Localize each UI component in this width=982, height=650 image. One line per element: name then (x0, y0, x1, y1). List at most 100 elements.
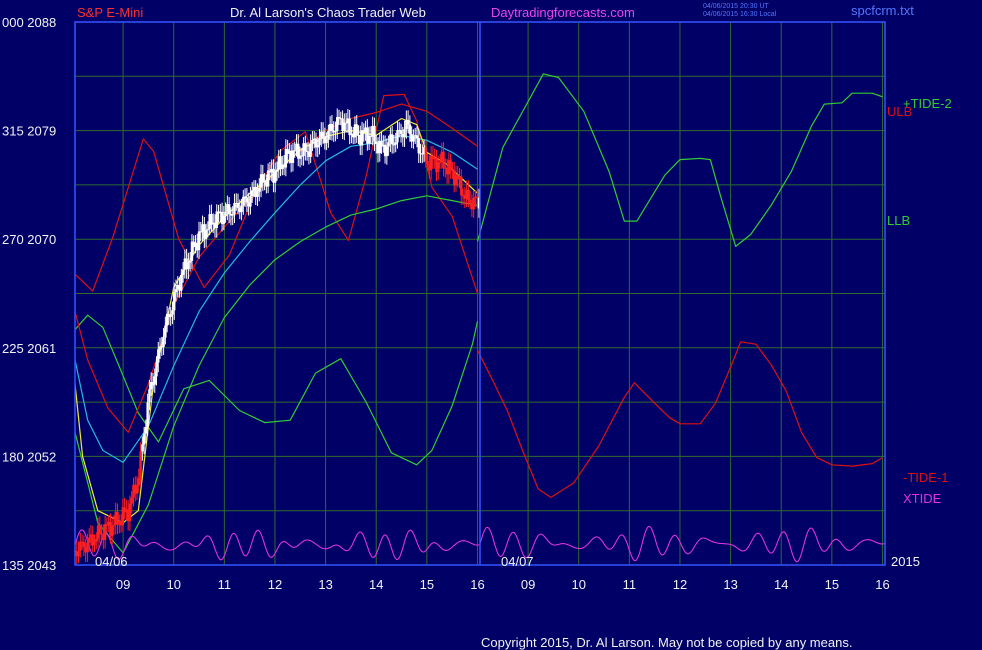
x-tick-label: 13 (723, 577, 737, 592)
price-candle-body (256, 191, 259, 197)
price-candle-body (360, 130, 364, 146)
x-tick-label: 10 (166, 577, 180, 592)
price-candle-body (98, 525, 102, 534)
x-tick-label: 11 (218, 577, 232, 592)
x-tick-label: 13 (318, 577, 332, 592)
price-candle-body (460, 176, 463, 196)
price-candle-body (412, 135, 415, 142)
price-candle-body (173, 292, 176, 311)
price-candle-body (396, 130, 399, 143)
price-candle-body (451, 169, 454, 171)
price-candle-body (394, 142, 397, 145)
price-candle-body (77, 550, 80, 557)
copyright: Copyright 2015, Dr. Al Larson. May not b… (481, 635, 852, 650)
price-candle-body (334, 131, 337, 133)
chart-title: Dr. Al Larson's Chaos Trader Web (230, 5, 426, 20)
price-candle-body (472, 197, 475, 210)
price-candle-body (327, 130, 330, 140)
price-candle-body (266, 170, 270, 187)
price-candle-body (449, 159, 452, 170)
price-candle-body (408, 124, 412, 135)
x-tick-label: 12 (673, 577, 687, 592)
x-tick-label: 14 (774, 577, 788, 592)
price-candle-body (258, 187, 261, 192)
price-candle-body (137, 478, 140, 486)
price-candle-body (231, 214, 234, 216)
price-candle-body (325, 139, 328, 144)
price-candle-body (274, 171, 277, 183)
x-tick-label: 16 (470, 577, 484, 592)
price-candle-body (304, 143, 307, 152)
site-link[interactable]: Daytradingforecasts.com (491, 5, 635, 20)
price-candle-body (86, 542, 89, 553)
price-candle-body (146, 402, 149, 427)
price-candle-body (417, 138, 420, 154)
price-candle-body (318, 138, 321, 145)
price-candle-body (128, 503, 132, 522)
price-candle-body (227, 204, 231, 214)
x-tick-label: 15 (825, 577, 839, 592)
price-candle-body (169, 314, 172, 317)
year-label: 2015 (891, 554, 920, 569)
chart: 135 2043 180 2052 225 2061 270 2070 315 2079… (0, 0, 982, 650)
timestamp-ut: 04/06/2015 20:30 UT (703, 3, 769, 10)
price-candle-body (112, 524, 116, 526)
price-candle-body (95, 538, 98, 542)
price-candle-body (142, 433, 146, 445)
price-candle-body (261, 174, 265, 183)
price-candle-body (242, 196, 245, 206)
price-candle-body (399, 130, 403, 135)
date-label-day2: 04/07 (501, 554, 534, 569)
x-tick-label: 10 (571, 577, 585, 592)
price-candle-body (367, 135, 371, 144)
price-candle-body (426, 161, 429, 165)
x-tick-label: 14 (369, 577, 383, 592)
price-candle-body (188, 260, 192, 263)
price-candle-body (197, 231, 201, 251)
y-tick-label: 225 2061 (2, 341, 56, 356)
x-tick-label: 12 (268, 577, 282, 592)
price-candle-body (442, 151, 445, 169)
price-candle-body (467, 189, 470, 200)
price-candle-body (437, 161, 440, 173)
price-candle-body (139, 451, 142, 479)
price-candle-body (187, 262, 190, 270)
price-candle-body (87, 537, 91, 543)
price-candle-body (355, 124, 358, 136)
price-candle-body (111, 525, 114, 536)
price-candle-body (330, 124, 334, 131)
price-candle-body (305, 151, 309, 153)
x-tick-label: 16 (875, 577, 889, 592)
label-llb: LLB (887, 213, 910, 228)
price-candle-body (181, 269, 185, 275)
label-tide-minus-1: -TIDE-1 (903, 470, 949, 485)
timestamp-local: 04/06/2015 16:30 Local (703, 11, 777, 18)
price-candle-body (293, 150, 296, 152)
price-candle-body (157, 349, 160, 363)
price-candle-body (403, 129, 406, 138)
y-tick-label: 315 2079 (2, 124, 56, 139)
price-candle-body (438, 161, 442, 163)
price-candle-body (250, 190, 254, 197)
y-tick-label: 000 2088 (2, 15, 56, 30)
price-candle-body (291, 150, 295, 163)
y-tick-label: 135 2043 (2, 558, 56, 573)
price-candle-body (93, 541, 96, 546)
x-tick-label: 15 (420, 577, 434, 592)
label-xtide: XTIDE (903, 491, 942, 506)
price-candle-body (337, 117, 341, 119)
background (0, 0, 982, 650)
price-candle-body (206, 229, 210, 231)
price-candle-body (153, 376, 156, 385)
price-candle-body (348, 118, 351, 136)
price-candle-body (222, 215, 226, 224)
price-candle-body (148, 389, 151, 403)
price-candle-body (311, 139, 314, 144)
label-ulb: ULB (887, 104, 912, 119)
price-candle-body (240, 205, 243, 213)
price-candle-body (249, 196, 252, 207)
price-candle-body (144, 426, 148, 434)
x-tick-label: 09 (521, 577, 535, 592)
y-tick-label: 270 2070 (2, 232, 56, 247)
file-name: spcfcrm.txt (851, 3, 914, 18)
